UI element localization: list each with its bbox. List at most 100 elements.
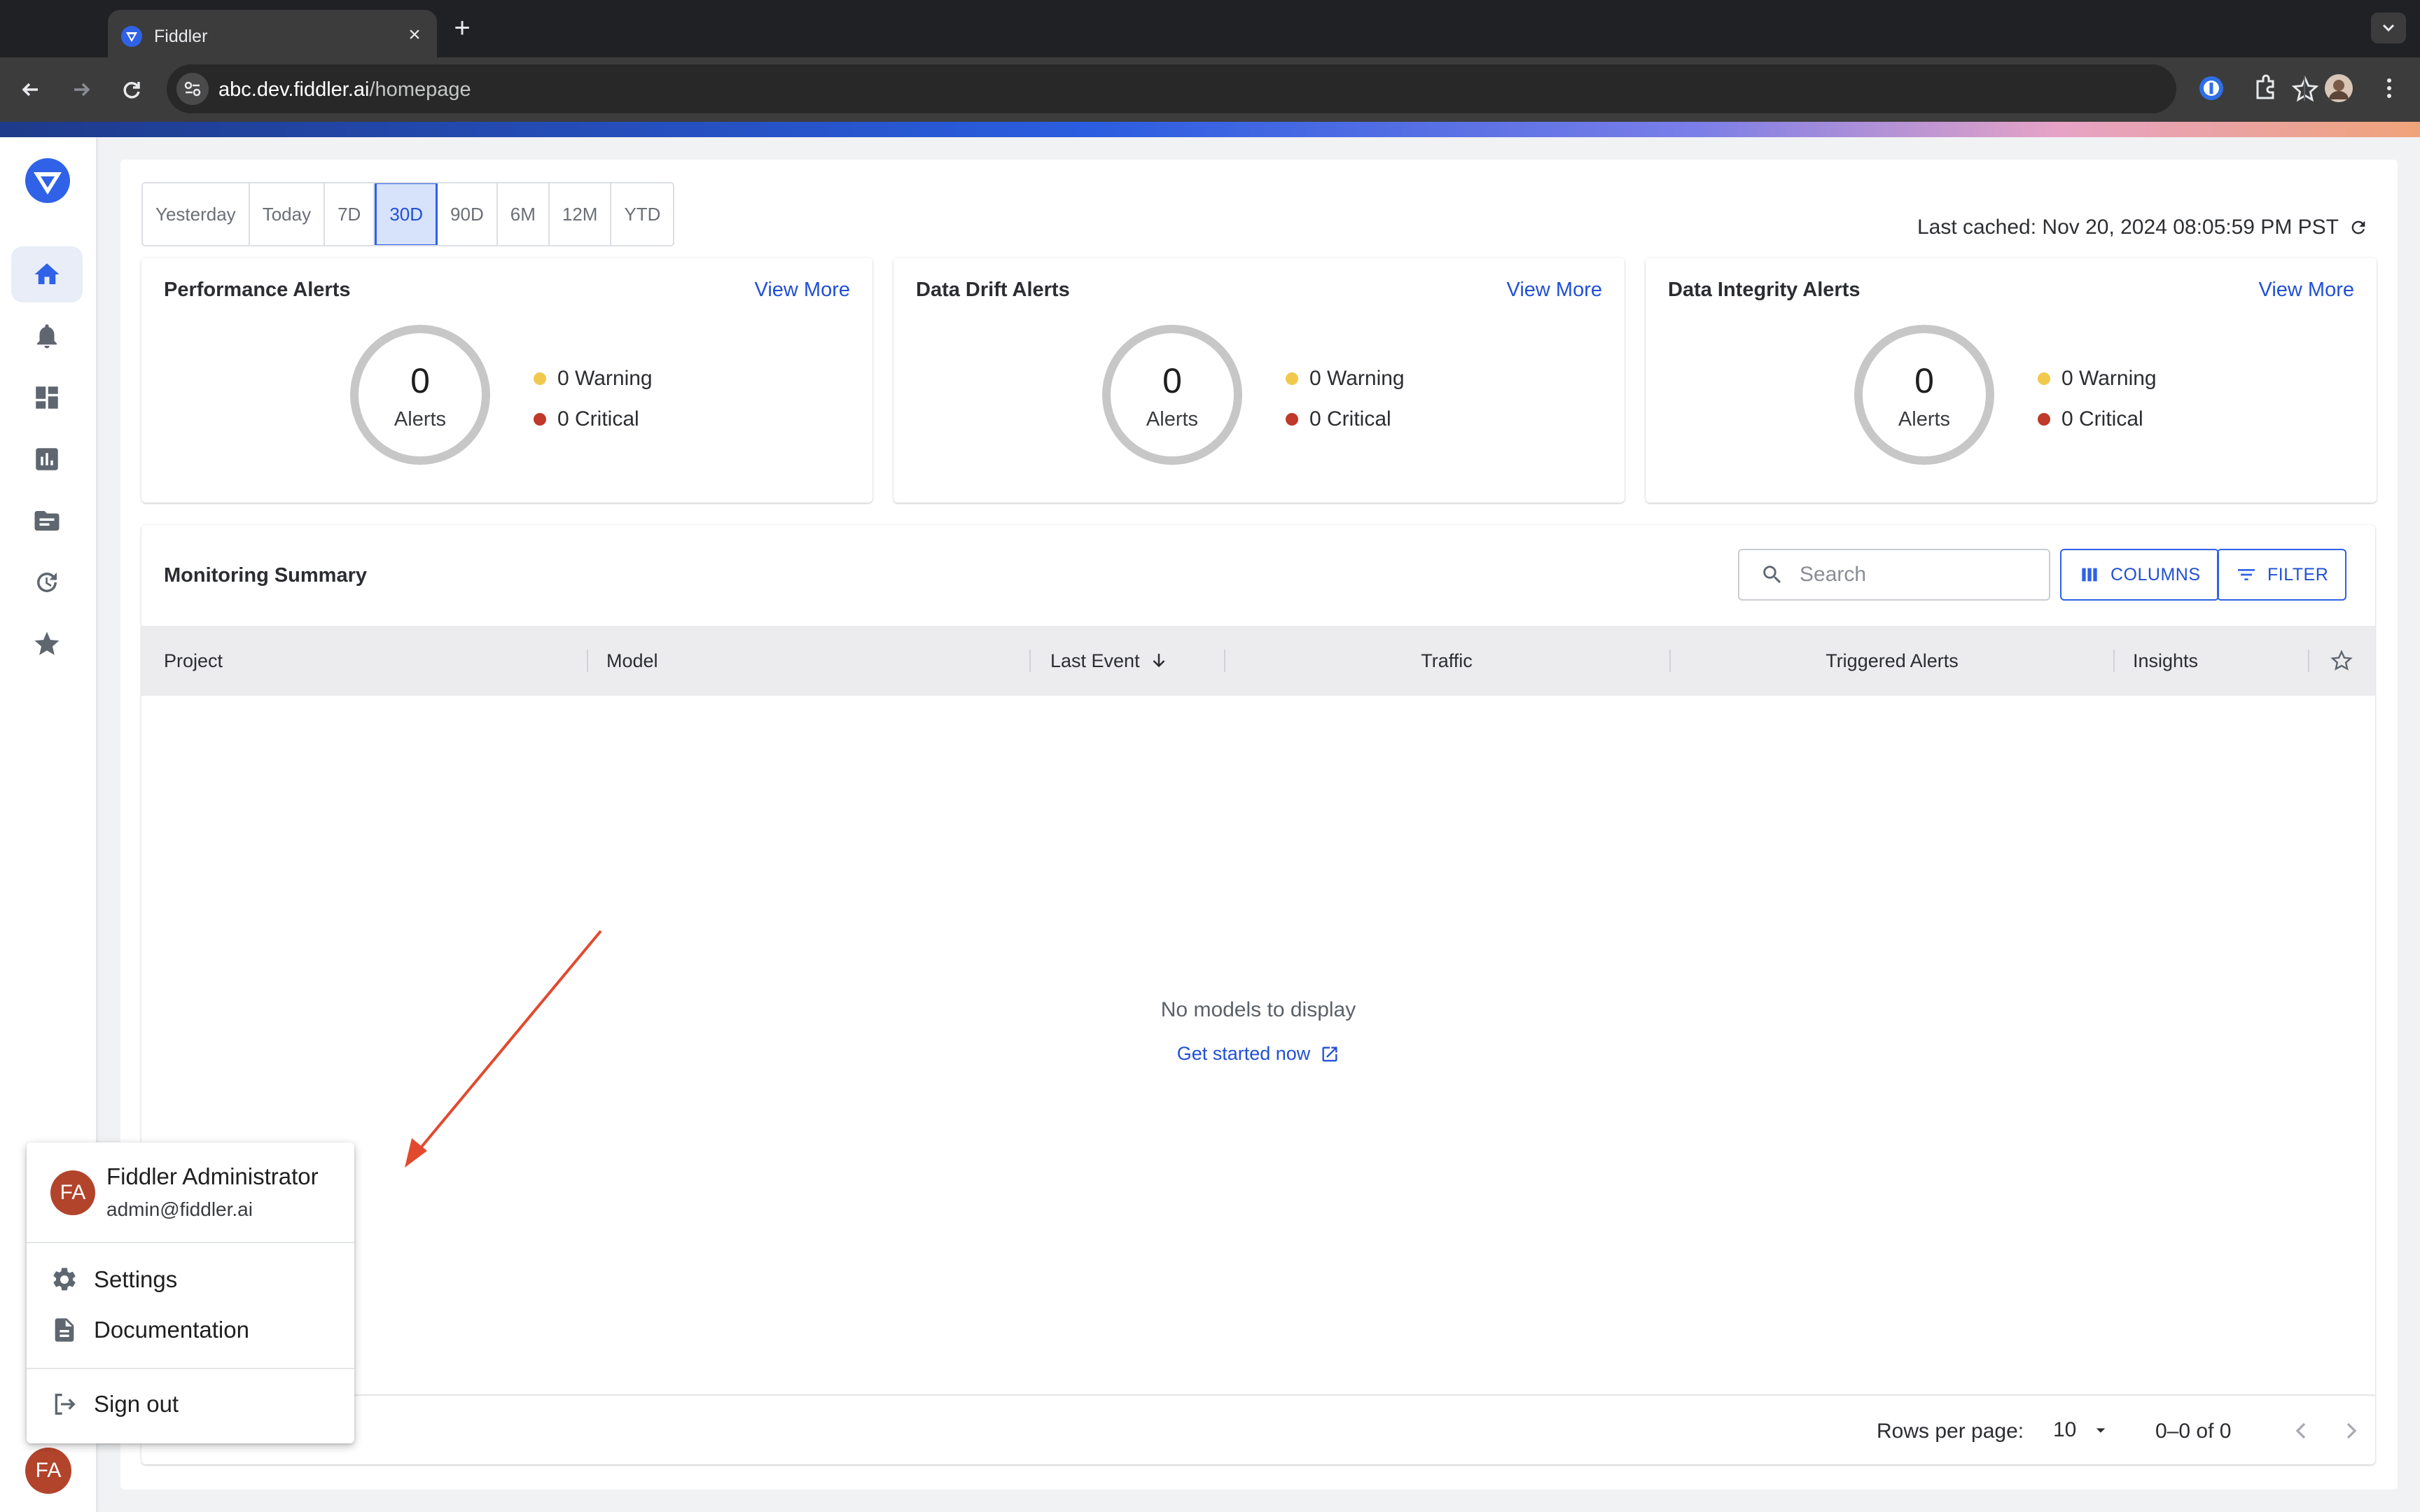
- new-tab-icon[interactable]: +: [447, 13, 478, 43]
- address-bar[interactable]: abc.dev.fiddler.ai/homepage: [167, 64, 2319, 113]
- sidebar-item-history[interactable]: [11, 554, 83, 610]
- critical-count: 0 Critical: [557, 407, 639, 430]
- caret-down-icon: [2096, 1428, 2106, 1433]
- user-avatar-button[interactable]: FA: [25, 1448, 71, 1494]
- external-link-icon: [1322, 1046, 1337, 1061]
- back-icon[interactable]: [11, 70, 50, 109]
- critical-count: 0 Critical: [2061, 407, 2143, 430]
- rows-per-page-select[interactable]: 10: [2053, 1418, 2111, 1442]
- range-yesterday[interactable]: Yesterday: [143, 183, 250, 245]
- sidebar-item-home[interactable]: [11, 246, 83, 302]
- data-drift-alerts-card: Data Drift Alerts View More 0 Alerts 0 W…: [893, 258, 1625, 503]
- critical-count: 0 Critical: [1309, 407, 1391, 430]
- menu-item-documentation[interactable]: Documentation: [50, 1310, 249, 1350]
- document-icon: [55, 1318, 74, 1342]
- column-divider[interactable]: [2308, 650, 2309, 672]
- last-event-label: Last Event: [1050, 650, 1140, 671]
- column-header-triggered-alerts[interactable]: Triggered Alerts: [1671, 626, 2113, 696]
- range-90d[interactable]: 90D: [438, 183, 498, 245]
- sort-arrow-down-icon[interactable]: [1148, 650, 1169, 671]
- column-header-project[interactable]: Project: [164, 626, 223, 696]
- close-tab-icon[interactable]: ×: [402, 22, 427, 48]
- settings-label: Settings: [94, 1266, 178, 1292]
- data-integrity-alerts-card: Data Integrity Alerts View More 0 Alerts…: [1646, 258, 2377, 503]
- last-cached-text: Last cached: Nov 20, 2024 08:05:59 PM PS…: [1917, 216, 2339, 239]
- bookmark-star-icon[interactable]: [2290, 74, 2321, 105]
- warning-dot: [1286, 372, 1298, 385]
- user-name: Fiddler Administrator: [106, 1163, 319, 1189]
- card-title: Performance Alerts: [164, 279, 351, 301]
- last-cached-status: Last cached: Nov 20, 2024 08:05:59 PM PS…: [1917, 216, 2368, 239]
- tune-icon: [184, 81, 201, 97]
- range-30d[interactable]: 30D: [375, 183, 438, 245]
- site-info-button[interactable]: [176, 73, 209, 105]
- filter-label: FILTER: [2267, 564, 2329, 584]
- search-icon: [1763, 566, 1781, 584]
- column-header-insights[interactable]: Insights: [2133, 626, 2198, 696]
- chevron-down-icon: [2382, 24, 2395, 32]
- history-icon: [37, 573, 57, 592]
- summary-title: Monitoring Summary: [164, 564, 368, 587]
- previous-page-icon[interactable]: [2287, 1417, 2315, 1445]
- range-today[interactable]: Today: [249, 183, 326, 245]
- forward-icon[interactable]: [62, 70, 101, 109]
- menu-divider: [27, 1242, 354, 1243]
- menu-item-settings[interactable]: Settings: [50, 1260, 177, 1299]
- bell-icon: [37, 324, 57, 349]
- sidebar-item-alerts[interactable]: [11, 308, 83, 364]
- sidebar-item-projects[interactable]: [11, 493, 83, 549]
- reload-icon[interactable]: [112, 70, 151, 109]
- warning-count: 0 Warning: [1309, 367, 1405, 390]
- sidebar-item-dashboards[interactable]: [11, 370, 83, 426]
- tab-title: Fiddler: [154, 27, 208, 46]
- range-6m[interactable]: 6M: [497, 183, 550, 245]
- search-field[interactable]: [1738, 549, 2050, 601]
- annotation-arrow: [405, 930, 602, 1168]
- view-more-link[interactable]: View More: [1507, 279, 1602, 302]
- toolbar-divider: [2304, 76, 2305, 101]
- range-12m[interactable]: 12M: [549, 183, 612, 245]
- extensions-icon[interactable]: [2248, 71, 2281, 105]
- menu-item-sign-out[interactable]: Sign out: [50, 1385, 179, 1424]
- refresh-icon[interactable]: [2349, 218, 2368, 237]
- columns-button[interactable]: COLUMNS: [2060, 549, 2219, 601]
- critical-dot: [534, 413, 546, 426]
- password-manager-icon[interactable]: [2195, 71, 2228, 105]
- column-header-model[interactable]: Model: [606, 626, 658, 696]
- filter-icon: [2238, 569, 2255, 580]
- sidebar-item-charts[interactable]: [11, 431, 83, 487]
- column-divider[interactable]: [2113, 650, 2115, 672]
- search-input[interactable]: [1800, 563, 2031, 587]
- alerts-count-label: Alerts: [394, 407, 447, 430]
- column-divider[interactable]: [1029, 650, 1031, 672]
- view-more-link[interactable]: View More: [2259, 279, 2354, 302]
- card-title: Data Integrity Alerts: [1668, 279, 1861, 301]
- warning-count: 0 Warning: [2061, 367, 2157, 390]
- next-page-icon[interactable]: [2337, 1417, 2365, 1445]
- column-divider[interactable]: [587, 650, 588, 672]
- alerts-legend: 0 Warning 0 Critical: [534, 358, 653, 440]
- profile-avatar-icon[interactable]: [2322, 71, 2356, 105]
- browser-tab-bar: Fiddler × +: [0, 0, 2420, 57]
- alerts-legend: 0 Warning 0 Critical: [2038, 358, 2157, 440]
- table-pagination: Rows per page: 10 0–0 of 0: [141, 1394, 2375, 1464]
- alerts-count: 0: [1162, 360, 1182, 400]
- alerts-count-label: Alerts: [1898, 407, 1951, 430]
- column-header-traffic[interactable]: Traffic: [1225, 626, 1668, 696]
- browser-menu-icon[interactable]: [2372, 71, 2406, 105]
- range-ytd[interactable]: YTD: [611, 183, 674, 245]
- alerts-count-label: Alerts: [1146, 407, 1199, 430]
- alerts-count-ring: 0 Alerts: [350, 325, 490, 465]
- sidebar-item-favorites[interactable]: [11, 616, 83, 672]
- tab-search-button[interactable]: [2371, 13, 2406, 43]
- fiddler-logo-icon[interactable]: [24, 157, 71, 204]
- range-7d[interactable]: 7D: [325, 183, 375, 245]
- pagination-range: 0–0 of 0: [2155, 1420, 2232, 1443]
- browser-tab[interactable]: Fiddler ×: [108, 10, 437, 57]
- favorite-column-star-icon[interactable]: [2329, 648, 2354, 673]
- column-header-last-event[interactable]: Last Event: [1050, 626, 1169, 696]
- view-more-link[interactable]: View More: [755, 279, 850, 302]
- user-menu-popover: FA Fiddler Administrator admin@fiddler.a…: [27, 1142, 354, 1443]
- browser-toolbar: abc.dev.fiddler.ai/homepage: [0, 57, 2420, 122]
- filter-button[interactable]: FILTER: [2217, 549, 2347, 601]
